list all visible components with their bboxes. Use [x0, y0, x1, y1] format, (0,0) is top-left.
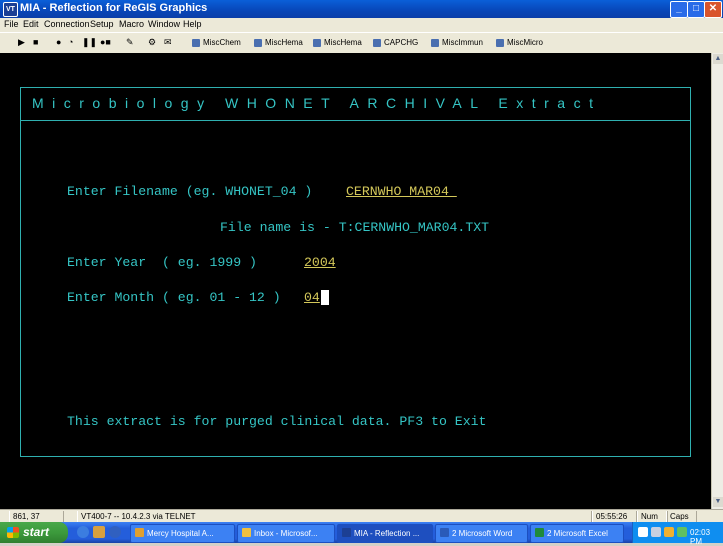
file-name-display: File name is - T:CERNWHO_MAR04.TXT — [220, 220, 490, 235]
macro-icon — [431, 38, 439, 47]
window-title: MIA - Reflection for ReGIS Graphics — [20, 2, 208, 14]
edit-icon[interactable]: ✎ — [126, 37, 134, 48]
play-icon[interactable]: ▶ — [18, 37, 25, 48]
text-cursor — [321, 290, 329, 305]
outlook-icon — [242, 528, 251, 537]
month-label: Enter Month ( eg. 01 - 12 ) — [67, 290, 281, 305]
vertical-scrollbar[interactable]: ▲ ▼ — [711, 53, 723, 509]
scroll-down-icon[interactable]: ▼ — [713, 497, 723, 507]
taskbar: start Mercy Hospital A... Inbox - Micros… — [0, 522, 723, 546]
system-tray: 02:03 PM — [632, 522, 723, 546]
menu-bar: File Edit Connection Setup Macro Window … — [0, 18, 723, 32]
terminal-frame — [20, 87, 691, 457]
tray-app-icon[interactable] — [638, 527, 648, 537]
windows-flag-icon — [7, 527, 19, 538]
menu-file[interactable]: File — [4, 19, 19, 29]
network-icon[interactable] — [651, 527, 661, 537]
app-icon[interactable]: VT — [3, 2, 18, 17]
excel-icon — [535, 528, 544, 537]
year-field[interactable]: 2004 — [304, 255, 336, 270]
taskbar-item-word[interactable]: 2 Microsoft Word — [435, 524, 528, 543]
outlook-quicklaunch-icon[interactable] — [109, 526, 121, 538]
macro-icon — [254, 38, 262, 47]
reflection-icon — [342, 528, 351, 537]
word-icon — [440, 528, 449, 537]
taskbar-item-mercy-hospital[interactable]: Mercy Hospital A... — [130, 524, 235, 543]
step-icon[interactable]: ◔ — [68, 37, 73, 47]
menu-macro[interactable]: Macro — [119, 19, 144, 29]
record-icon[interactable]: ● — [56, 37, 61, 47]
macro-icon — [496, 38, 504, 47]
cursor-position: 861, 37 — [9, 511, 64, 522]
taskbar-item-excel[interactable]: 2 Microsoft Excel — [530, 524, 624, 543]
status-bar: 861, 37 VT400-7 -- 10.4.2.3 via TELNET 0… — [0, 509, 723, 523]
frame-divider — [21, 120, 690, 121]
title-bar: VT MIA - Reflection for ReGIS Graphics _… — [0, 0, 723, 18]
notes-icon[interactable]: ✉ — [164, 37, 172, 48]
scroll-up-icon[interactable]: ▲ — [713, 54, 723, 64]
footer-instructions: This extract is for purged clinical data… — [67, 414, 487, 429]
resume-icon[interactable]: ●■ — [100, 37, 111, 47]
pause-icon[interactable]: ❚❚ — [82, 37, 97, 48]
session-time: 05:55:26 — [592, 511, 637, 522]
month-field[interactable]: 04 — [304, 290, 320, 305]
macro-icon — [313, 38, 321, 47]
start-button[interactable]: start — [0, 522, 68, 543]
macro-icon — [373, 38, 381, 47]
settings-icon[interactable]: ⚙ — [148, 37, 156, 48]
clock: 02:03 PM — [690, 528, 711, 546]
menu-help[interactable]: Help — [183, 19, 202, 29]
minimize-button[interactable]: _ — [670, 1, 688, 18]
maximize-button[interactable]: □ — [687, 1, 705, 18]
macro-icon — [192, 38, 200, 47]
volume-icon[interactable] — [677, 527, 687, 537]
filename-label: Enter Filename (eg. WHONET_04 ) — [67, 184, 313, 199]
browser-icon — [135, 528, 144, 537]
menu-connection[interactable]: Connection — [44, 19, 90, 29]
terminal-heading: Microbiology WHONET ARCHIVAL Extract — [32, 95, 602, 111]
toolbar-misc-hema-button[interactable]: MiscHema — [254, 36, 303, 50]
toolbar-misc-chem-button[interactable]: MiscChem — [192, 36, 241, 50]
toolbar: ▶ ■ ● ◔ ❚❚ ●■ ✎ ⚙ ✉ MiscChem MiscHema Mi… — [0, 32, 723, 54]
toolbar-misc-hema-2-button[interactable]: MiscHema — [313, 36, 362, 50]
year-label: Enter Year ( eg. 1999 ) — [67, 255, 257, 270]
close-button[interactable]: ✕ — [704, 1, 722, 18]
menu-setup[interactable]: Setup — [90, 19, 114, 29]
filename-field[interactable]: CERNWHO_MAR04 — [346, 184, 457, 199]
menu-edit[interactable]: Edit — [23, 19, 39, 29]
taskbar-item-inbox[interactable]: Inbox - Microsof... — [237, 524, 335, 543]
toolbar-misc-micro-button[interactable]: MiscMicro — [496, 36, 543, 50]
menu-window[interactable]: Window — [148, 19, 180, 29]
toolbar-capchg-button[interactable]: CAPCHG — [373, 36, 418, 50]
num-lock-indicator: Num — [637, 511, 668, 522]
ie-quicklaunch-icon[interactable] — [77, 526, 89, 538]
caps-lock-indicator: Caps — [666, 511, 697, 522]
desktop-quicklaunch-icon[interactable] — [93, 526, 105, 538]
toolbar-misc-immun-button[interactable]: MiscImmun — [431, 36, 483, 50]
security-icon[interactable] — [664, 527, 674, 537]
taskbar-item-mia-reflection[interactable]: MIA - Reflection ... — [337, 524, 433, 543]
connection-status: VT400-7 -- 10.4.2.3 via TELNET — [77, 511, 592, 522]
stop-icon[interactable]: ■ — [33, 37, 38, 47]
